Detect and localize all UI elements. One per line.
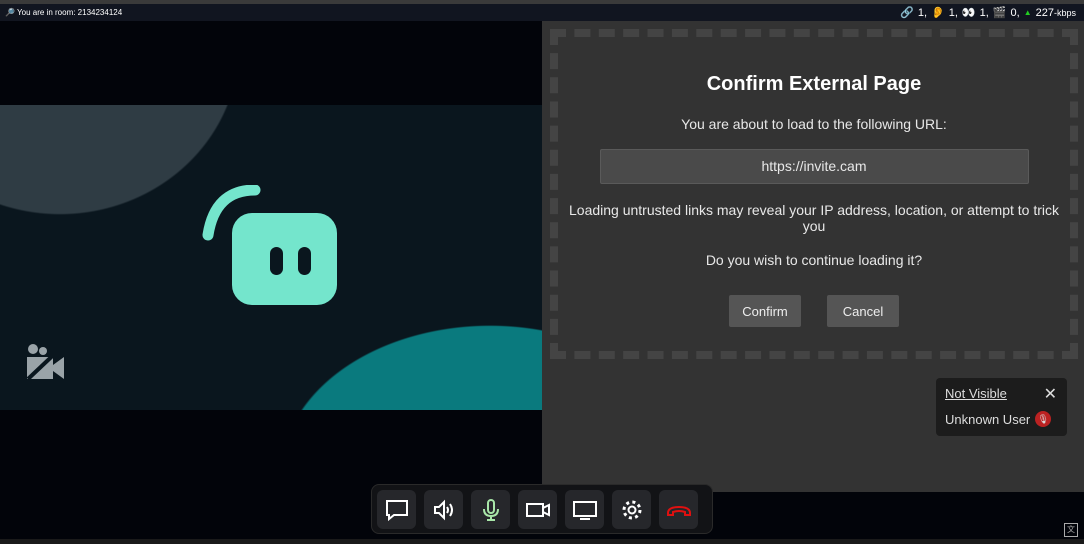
dialog-question: Do you wish to continue loading it?: [705, 252, 923, 268]
video-panel: [0, 21, 542, 492]
chat-icon: [385, 499, 408, 521]
ear-icon: 👂: [931, 7, 945, 19]
dialog-title: Confirm External Page: [706, 73, 922, 95]
screenshare-button[interactable]: [565, 490, 604, 529]
camera-off-icon: [26, 343, 66, 381]
visibility-link[interactable]: Not Visible: [945, 386, 1058, 401]
ears-count: 1,: [948, 6, 958, 19]
bitrate-value: 227: [1035, 6, 1054, 19]
confirm-dialog: Confirm External Page You are about to l…: [550, 29, 1078, 359]
call-toolbar: [371, 484, 713, 534]
gear-icon: [622, 500, 641, 519]
video-placeholder: [0, 105, 542, 410]
translate-icon[interactable]: 文: [1064, 523, 1078, 537]
links-count: 1,: [917, 6, 928, 19]
link-icon: 🔗: [900, 7, 914, 19]
close-icon[interactable]: ✕: [1044, 384, 1057, 404]
speaker-icon: [433, 499, 453, 520]
mic-button[interactable]: [471, 490, 510, 529]
url-field[interactable]: https://invite.cam: [599, 149, 1029, 184]
camera-icon: [525, 502, 550, 517]
clapper-icon: 🎬: [992, 7, 1007, 19]
stats[interactable]: 🔗 1, 👂 1, 👀 1, 🎬 0, ▲ 227-kbps: [900, 6, 1076, 20]
room-text: You are in room: 2134234124: [17, 8, 123, 17]
dialog-warning: Loading untrusted links may reveal your …: [569, 202, 1059, 234]
up-arrow-icon: ▲: [1023, 8, 1032, 17]
bitrate-unit: -kbps: [1053, 7, 1076, 18]
clapper-count: 0,: [1010, 6, 1020, 19]
mic-muted-icon: 🎙: [1035, 411, 1052, 427]
taskbar-edge: [0, 539, 1084, 544]
speaker-button[interactable]: [424, 490, 463, 529]
top-bar: 🔎 You are in room: 2134234124 🔗 1, 👂 1, 👀 1…: [0, 4, 1084, 21]
user-card: Not Visible ✕ Unknown User 🎙: [936, 378, 1067, 436]
logo-icon: [202, 185, 337, 305]
user-name: Unknown User: [945, 411, 1031, 427]
camera-button[interactable]: [518, 490, 557, 529]
bitrate: 227-kbps: [1036, 7, 1076, 19]
screenshare-icon: [572, 500, 597, 520]
settings-button[interactable]: [612, 490, 651, 529]
eyes-icon: 👀: [961, 7, 976, 19]
hangup-button[interactable]: [659, 490, 698, 529]
cancel-button[interactable]: Cancel: [827, 295, 899, 327]
hangup-icon: [666, 505, 691, 516]
eyes-count: 1,: [979, 6, 989, 19]
room-label: 🔎 You are in room: 2134234124: [5, 8, 123, 17]
mic-icon: [482, 498, 499, 521]
chat-button[interactable]: [377, 490, 416, 529]
dialog-intro: You are about to load to the following U…: [681, 116, 947, 132]
confirm-button[interactable]: Confirm: [729, 295, 801, 327]
